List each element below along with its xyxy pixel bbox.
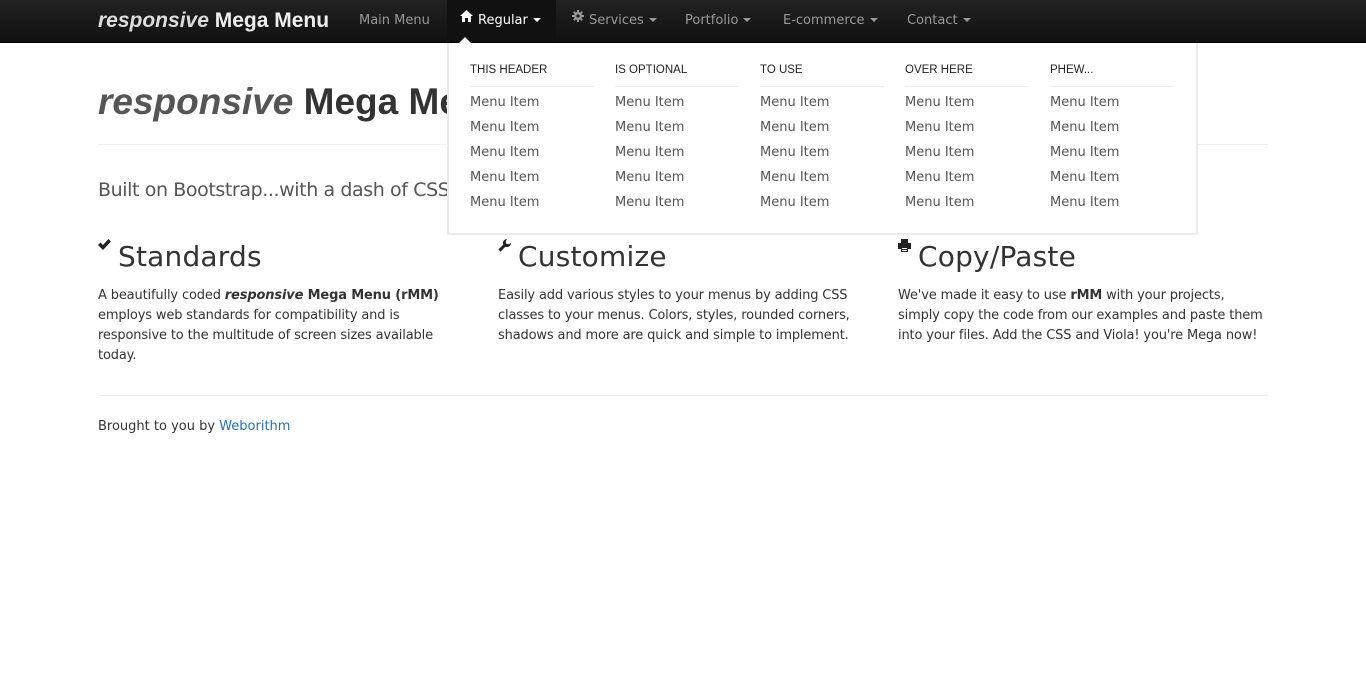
home-icon: [460, 0, 473, 39]
nav-portfolio[interactable]: Portfolio: [672, 0, 768, 42]
menu-item-link[interactable]: Menu Item: [470, 165, 594, 190]
menu-item-link[interactable]: Menu Item: [615, 190, 739, 215]
cog-icon: [572, 0, 584, 39]
feature-title: Standards: [118, 240, 262, 273]
nav-label: Services: [589, 13, 644, 28]
nav-label: Main Menu: [359, 13, 430, 28]
menu-item-link[interactable]: Menu Item: [1050, 115, 1174, 140]
column-header: IS OPTIONAL: [615, 63, 739, 87]
lead-text: Built on Bootstrap...with a dash of CSS: [98, 179, 450, 201]
menu-item-link[interactable]: Menu Item: [470, 140, 594, 165]
weborithm-link[interactable]: Weborithm: [219, 419, 290, 434]
menu-item-link[interactable]: Menu Item: [615, 140, 739, 165]
chevron-down-icon: [962, 17, 971, 22]
feature-title: Copy/Paste: [918, 240, 1077, 273]
column-header: TO USE: [760, 63, 884, 87]
printer-icon: [898, 239, 911, 255]
menu-item-link[interactable]: Menu Item: [760, 165, 884, 190]
menu-item-link[interactable]: Menu Item: [615, 115, 739, 140]
feature-text: Easily add various styles to your menus …: [498, 288, 850, 343]
menu-item-link[interactable]: Menu Item: [1050, 140, 1174, 165]
column-header: OVER HERE: [905, 63, 1029, 87]
page-title: responsive Mega Menu: [98, 80, 505, 124]
nav-main-menu[interactable]: Main Menu: [346, 0, 446, 42]
nav-ecommerce[interactable]: E-commerce: [769, 0, 893, 42]
menu-item-link[interactable]: Menu Item: [1050, 90, 1174, 115]
menu-item-link[interactable]: Menu Item: [470, 115, 594, 140]
menu-item-link[interactable]: Menu Item: [905, 115, 1029, 140]
column-header: THIS HEADER: [470, 63, 594, 87]
feature-standards: Standards A beautifully coded responsive…: [98, 236, 468, 366]
chevron-down-icon: [532, 17, 541, 22]
brand-logo[interactable]: responsive Mega Menu: [98, 7, 329, 35]
nav-services[interactable]: Services: [557, 0, 671, 42]
nav-contact[interactable]: Contact: [894, 0, 984, 42]
menu-item-link[interactable]: Menu Item: [905, 190, 1029, 215]
footer-credit: Brought to you by Weborithm: [98, 419, 291, 434]
menu-item-link[interactable]: Menu Item: [760, 140, 884, 165]
nav-label: Regular: [478, 13, 528, 28]
menu-item-link[interactable]: Menu Item: [470, 190, 594, 215]
mega-column: IS OPTIONAL Menu Item Menu Item Menu Ite…: [615, 63, 739, 215]
feature-text: We've made it easy to use rMM with your …: [898, 288, 1263, 343]
footer-divider: [98, 395, 1268, 396]
mega-column: OVER HERE Menu Item Menu Item Menu Item …: [905, 63, 1029, 215]
feature-customize: Customize Easily add various styles to y…: [498, 236, 868, 346]
menu-item-link[interactable]: Menu Item: [1050, 165, 1174, 190]
mega-column: TO USE Menu Item Menu Item Menu Item Men…: [760, 63, 884, 215]
chevron-down-icon: [743, 17, 752, 22]
mega-dropdown: THIS HEADER Menu Item Menu Item Menu Ite…: [447, 43, 1198, 235]
menu-item-link[interactable]: Menu Item: [905, 140, 1029, 165]
brand-italic: responsive: [98, 9, 209, 32]
menu-item-link[interactable]: Menu Item: [760, 190, 884, 215]
menu-item-link[interactable]: Menu Item: [905, 165, 1029, 190]
nav-label: Contact: [907, 13, 958, 28]
menu-item-link[interactable]: Menu Item: [615, 165, 739, 190]
column-header: PHEW...: [1050, 63, 1174, 87]
mega-column: THIS HEADER Menu Item Menu Item Menu Ite…: [470, 63, 594, 215]
chevron-down-icon: [648, 17, 657, 22]
brand-rest: Mega Menu: [214, 9, 330, 32]
feature-title: Customize: [518, 240, 667, 273]
chevron-down-icon: [869, 17, 878, 22]
checkmark-icon: [98, 239, 111, 253]
menu-item-link[interactable]: Menu Item: [760, 115, 884, 140]
menu-item-link[interactable]: Menu Item: [760, 90, 884, 115]
feature-copy-paste: Copy/Paste We've made it easy to use rMM…: [898, 236, 1268, 346]
nav-label: E-commerce: [783, 13, 865, 28]
mega-column: PHEW... Menu Item Menu Item Menu Item Me…: [1050, 63, 1174, 215]
menu-item-link[interactable]: Menu Item: [615, 90, 739, 115]
feature-text: A beautifully coded responsive Mega Menu…: [98, 288, 439, 363]
wrench-icon: [498, 238, 512, 255]
menu-item-link[interactable]: Menu Item: [905, 90, 1029, 115]
menu-item-link[interactable]: Menu Item: [470, 90, 594, 115]
top-navbar: responsive Mega Menu Main Menu Regular S…: [0, 0, 1366, 43]
nav-regular[interactable]: Regular: [447, 0, 556, 42]
nav-label: Portfolio: [685, 13, 739, 28]
menu-item-link[interactable]: Menu Item: [1050, 190, 1174, 215]
title-italic: responsive: [98, 81, 294, 122]
